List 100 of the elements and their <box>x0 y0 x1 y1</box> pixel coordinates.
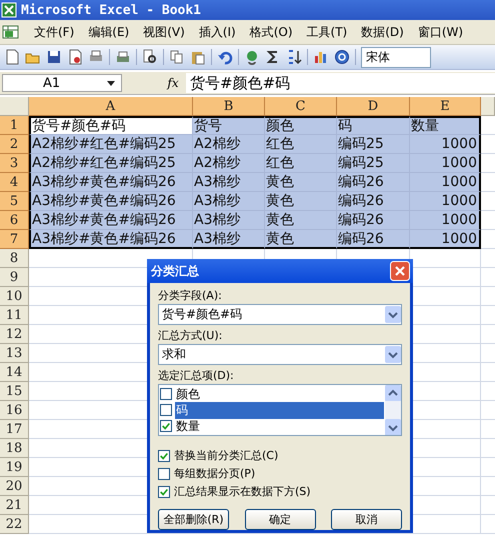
help-icon[interactable] <box>334 49 350 65</box>
table-cell: A2棉纱#红色#编码25 <box>29 154 193 173</box>
checkbox[interactable] <box>158 450 170 462</box>
row-header[interactable]: 1 <box>0 116 29 135</box>
close-icon[interactable] <box>390 261 410 281</box>
table-cell: 编码25 <box>337 135 410 154</box>
list-item[interactable]: 颜色 <box>175 386 384 402</box>
dropdown-arrow-icon[interactable] <box>107 80 115 86</box>
magnifier-icon[interactable] <box>142 49 158 65</box>
table-cell: 编码26 <box>337 192 410 211</box>
table-cell: 颜色 <box>265 116 337 135</box>
row-header[interactable]: 4 <box>0 173 29 192</box>
table-cell: 货号 <box>193 116 265 135</box>
formula-field[interactable]: 货号#颜色#码 <box>186 73 495 93</box>
row-header[interactable]: 19 <box>0 458 29 477</box>
row-header[interactable]: 6 <box>0 211 29 230</box>
name-box[interactable]: A1 <box>2 74 122 92</box>
table-cell: 黄色 <box>265 173 337 192</box>
print-icon[interactable] <box>115 49 131 65</box>
row-header[interactable]: 8 <box>0 249 29 268</box>
column-header[interactable]: E <box>410 97 481 116</box>
column-header[interactable]: D <box>337 97 410 116</box>
new-document-icon[interactable] <box>4 49 20 65</box>
scrollbar[interactable] <box>385 385 401 435</box>
dropdown-value: 货号#颜色#码 <box>162 306 242 323</box>
column-header[interactable]: C <box>265 97 337 116</box>
list-item[interactable]: 码 <box>175 402 384 418</box>
menu-item[interactable]: 格式(O) <box>250 22 293 42</box>
menu-item[interactable]: 编辑(E) <box>88 22 130 42</box>
chart-icon[interactable] <box>313 49 329 65</box>
group-by-dropdown[interactable]: 货号#颜色#码 <box>158 304 402 325</box>
menu-item[interactable]: 插入(I) <box>198 22 236 42</box>
function-label[interactable]: fx <box>160 76 186 90</box>
workbook-icon <box>2 24 20 40</box>
list-item[interactable]: 数量 <box>175 418 384 434</box>
check-icon <box>161 420 171 432</box>
row-header[interactable]: 11 <box>0 306 29 325</box>
font-field[interactable]: 宋体 <box>361 46 431 68</box>
column-header[interactable]: A <box>29 97 193 116</box>
table-cell: 黄色 <box>265 230 337 249</box>
field-label: 选定汇总项(D): <box>158 368 235 383</box>
table-cell: 码 <box>337 116 410 135</box>
dialog-button[interactable]: 取消 <box>331 509 402 530</box>
table-cell: 红色 <box>265 154 337 173</box>
dialog-button[interactable]: 确定 <box>244 509 316 530</box>
table-cell: A3棉纱#黄色#编码26 <box>29 211 193 230</box>
row-header[interactable]: 12 <box>0 325 29 344</box>
table-cell: 编码26 <box>337 173 410 192</box>
row-header[interactable]: 16 <box>0 401 29 420</box>
summary-function-dropdown[interactable]: 求和 <box>158 344 402 365</box>
row-header[interactable]: 9 <box>0 268 29 287</box>
row-header[interactable]: 5 <box>0 192 29 211</box>
sort-ascending-icon[interactable] <box>286 49 302 65</box>
table-cell: A3棉纱#黄色#编码26 <box>29 230 193 249</box>
row-header[interactable]: 17 <box>0 420 29 439</box>
menu-item[interactable]: 数据(D) <box>361 22 404 42</box>
table-cell: A2棉纱 <box>193 135 265 154</box>
dialog-button[interactable]: 全部删除(R) <box>158 509 229 530</box>
copy-icon[interactable] <box>169 49 185 65</box>
summary-items-list[interactable]: 颜色 码 数量 <box>158 384 402 436</box>
excel-logo-icon <box>1 2 17 18</box>
checkbox[interactable] <box>158 468 170 480</box>
row-header[interactable]: 20 <box>0 477 29 496</box>
table-cell: 黄色 <box>265 211 337 230</box>
dialog-title: 分类汇总 <box>151 262 199 280</box>
table-cell: 编码26 <box>337 230 410 249</box>
table-cell: A3棉纱 <box>193 192 265 211</box>
table-cell: 数量 <box>410 116 481 135</box>
paste-icon[interactable] <box>190 49 206 65</box>
menu-item[interactable]: 文件(F) <box>34 22 74 42</box>
column-header[interactable]: B <box>193 97 265 116</box>
row-header[interactable]: 21 <box>0 496 29 515</box>
menu-item[interactable]: 窗口(W) <box>418 22 464 42</box>
table-cell: A3棉纱#黄色#编码26 <box>29 192 193 211</box>
row-header[interactable]: 10 <box>0 287 29 306</box>
row-header[interactable]: 18 <box>0 439 29 458</box>
row-header[interactable]: 7 <box>0 230 29 249</box>
row-header[interactable]: 14 <box>0 363 29 382</box>
table-cell: A2棉纱 <box>193 154 265 173</box>
checkbox[interactable] <box>160 420 172 432</box>
table-cell: 1000 <box>410 192 481 211</box>
table-cell: 红色 <box>265 135 337 154</box>
checkbox[interactable] <box>160 388 172 400</box>
checkbox[interactable] <box>160 404 172 416</box>
undo-icon[interactable] <box>217 49 233 65</box>
row-header[interactable]: 15 <box>0 382 29 401</box>
menu-item[interactable]: 视图(V) <box>143 22 185 42</box>
field-label: 分类字段(A): <box>158 288 223 303</box>
row-header[interactable]: 22 <box>0 515 29 534</box>
scroll-down-icon[interactable] <box>385 419 401 435</box>
table-cell: 编码25 <box>337 154 410 173</box>
row-header[interactable]: 13 <box>0 344 29 363</box>
scroll-up-icon[interactable] <box>385 385 401 401</box>
table-cell: A2棉纱#红色#编码25 <box>29 135 193 154</box>
menu-item[interactable]: 工具(T) <box>306 22 348 42</box>
save-icon[interactable] <box>46 49 62 65</box>
row-header[interactable]: 3 <box>0 154 29 173</box>
table-cell: 货号#颜色#码 <box>29 116 193 135</box>
row-header[interactable]: 2 <box>0 135 29 154</box>
checkbox[interactable] <box>158 486 170 498</box>
